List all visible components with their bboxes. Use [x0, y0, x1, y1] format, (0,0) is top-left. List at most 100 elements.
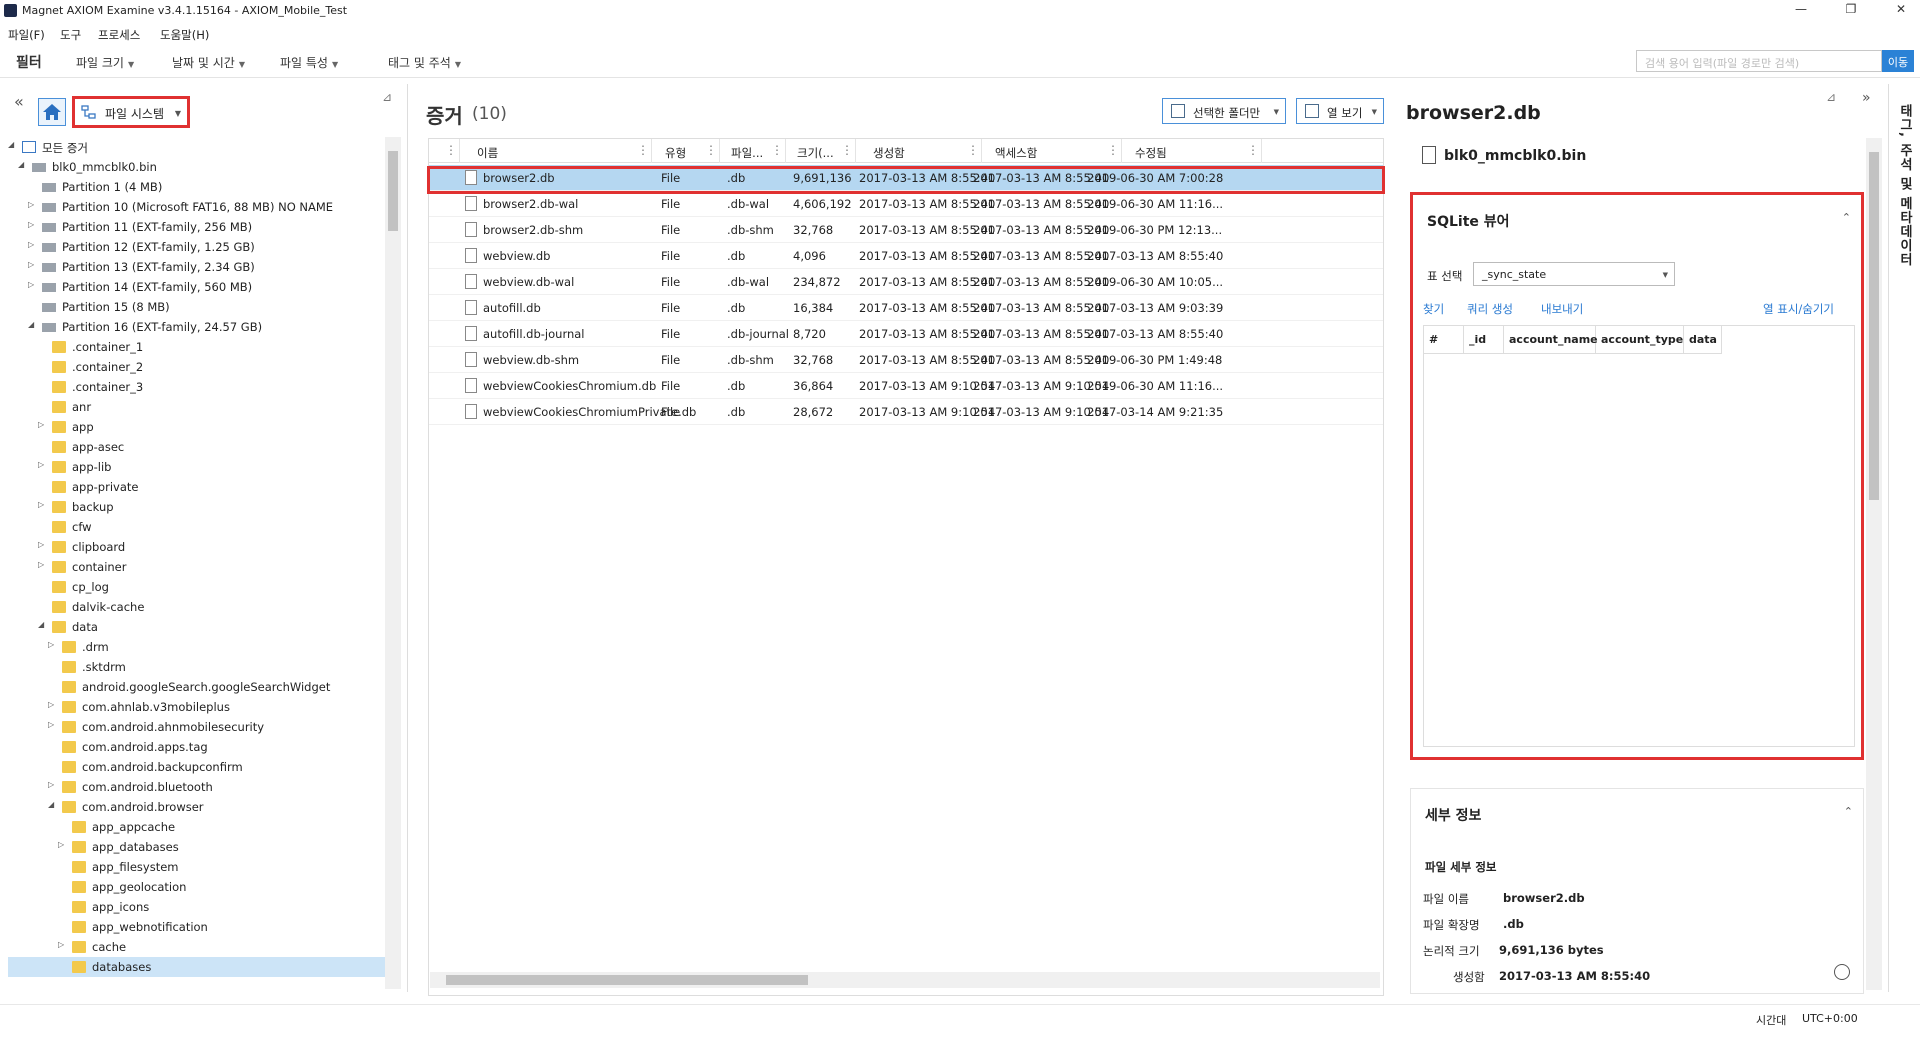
expand-icon[interactable]: ▷: [38, 540, 48, 549]
filter-file-attributes[interactable]: 파일 특성 ▼: [280, 54, 338, 71]
expand-icon[interactable]: ▷: [28, 240, 38, 249]
sqlite-column-header[interactable]: account_name: [1504, 326, 1598, 354]
table-row[interactable]: webview.db-shm File .db-shm 32,768 2017-03-1…: [429, 347, 1383, 373]
column-header-accessed[interactable]: 액세스함: [995, 145, 1037, 161]
filter-tags-comments[interactable]: 태그 및 주석 ▼: [388, 54, 461, 71]
column-menu-icon[interactable]: ⋮: [1107, 143, 1119, 157]
tree-item[interactable]: ▷ cache: [8, 937, 386, 957]
tree-item[interactable]: ◢ blk0_mmcblk0.bin: [8, 157, 386, 177]
tree-item[interactable]: cfw: [8, 517, 386, 537]
filter-date-time[interactable]: 날짜 및 시간 ▼: [172, 54, 245, 71]
column-menu-icon[interactable]: ⋮: [841, 143, 853, 157]
collapse-left-icon[interactable]: «: [14, 92, 24, 111]
expand-icon[interactable]: ▷: [38, 560, 48, 569]
tree-item[interactable]: ▷ app-lib: [8, 457, 386, 477]
column-header-size[interactable]: 크기(...: [797, 145, 834, 161]
search-input[interactable]: 검색 용어 입력(파일 경로만 검색): [1636, 50, 1882, 72]
menu-file[interactable]: 파일(F): [8, 27, 45, 43]
export-link[interactable]: 내보내기: [1541, 301, 1583, 317]
tree-item[interactable]: dalvik-cache: [8, 597, 386, 617]
row-menu-icon[interactable]: ⋮: [445, 143, 457, 157]
tree-item[interactable]: ▷ app_databases: [8, 837, 386, 857]
file-system-dropdown[interactable]: 파일 시스템 ▼: [72, 96, 190, 128]
column-header-name[interactable]: 이름: [477, 145, 498, 161]
expand-icon[interactable]: ▷: [48, 640, 58, 649]
tree-item[interactable]: android.googleSearch.googleSearchWidget: [8, 677, 386, 697]
sqlite-column-header[interactable]: _id: [1464, 326, 1504, 354]
search-go-button[interactable]: 이동: [1882, 50, 1914, 72]
collapse-icon[interactable]: ◢: [28, 320, 38, 329]
tree-item[interactable]: app_webnotification: [8, 917, 386, 937]
expand-icon[interactable]: ▷: [28, 200, 38, 209]
pin-icon[interactable]: ⊿: [382, 90, 392, 104]
collapse-icon[interactable]: ◢: [18, 160, 28, 169]
tree-item[interactable]: ▷ Partition 12 (EXT-family, 1.25 GB): [8, 237, 386, 257]
tree-item[interactable]: ◢ 모든 증거: [8, 137, 386, 157]
pin-icon[interactable]: ⊿: [1826, 90, 1836, 104]
close-button[interactable]: ✕: [1886, 2, 1916, 20]
table-row[interactable]: webviewCookiesChromiumPrivate.db File .db 2…: [429, 399, 1383, 425]
tree-item[interactable]: ▷ Partition 14 (EXT-family, 560 MB): [8, 277, 386, 297]
column-header-type[interactable]: 유형: [665, 145, 686, 161]
clock-icon[interactable]: [1834, 964, 1850, 980]
table-row[interactable]: browser2.db File .db 9,691,136 2017-03-13 AM…: [429, 165, 1383, 191]
table-row[interactable]: autofill.db-journal File .db-journal 8,720 2…: [429, 321, 1383, 347]
column-header-modified[interactable]: 수정됨: [1135, 145, 1167, 161]
table-select-dropdown[interactable]: _sync_state ▼: [1473, 262, 1675, 286]
tree-item[interactable]: com.android.apps.tag: [8, 737, 386, 757]
table-row[interactable]: webview.db File .db 4,096 2017-03-13 AM 8:55…: [429, 243, 1383, 269]
tree-item[interactable]: cp_log: [8, 577, 386, 597]
minimize-button[interactable]: —: [1786, 2, 1816, 20]
home-button[interactable]: [38, 98, 66, 126]
show-hide-columns-link[interactable]: 열 표시/숨기기: [1763, 301, 1834, 317]
selected-folder-only-button[interactable]: 선택한 폴더만 ▼: [1162, 98, 1286, 124]
tree-item[interactable]: Partition 1 (4 MB): [8, 177, 386, 197]
collapse-icon[interactable]: ◢: [8, 140, 18, 149]
find-link[interactable]: 찾기: [1423, 301, 1444, 317]
tree-item[interactable]: ▷ clipboard: [8, 537, 386, 557]
tree-item[interactable]: com.android.backupconfirm: [8, 757, 386, 777]
tree-item[interactable]: ▷ backup: [8, 497, 386, 517]
sqlite-column-header[interactable]: account_type: [1596, 326, 1684, 354]
scrollbar-thumb[interactable]: [446, 975, 808, 985]
collapse-up-icon[interactable]: ⌃: [1842, 211, 1851, 224]
tree-item[interactable]: .container_3: [8, 377, 386, 397]
tree-item[interactable]: app_filesystem: [8, 857, 386, 877]
tree-item[interactable]: ▷ Partition 11 (EXT-family, 256 MB): [8, 217, 386, 237]
column-header-created[interactable]: 생성함: [873, 145, 905, 161]
column-menu-icon[interactable]: ⋮: [967, 143, 979, 157]
column-menu-icon[interactable]: ⋮: [1247, 143, 1259, 157]
table-row[interactable]: browser2.db-wal File .db-wal 4,606,192 2017-…: [429, 191, 1383, 217]
expand-icon[interactable]: ▷: [58, 840, 68, 849]
tree-item[interactable]: app-private: [8, 477, 386, 497]
column-header-extension[interactable]: 파일...: [731, 145, 763, 161]
tags-comments-metadata-tab[interactable]: 태그, 주석 및 메타데이터: [1894, 104, 1914, 267]
menu-help[interactable]: 도움말(H): [160, 27, 209, 43]
collapse-icon[interactable]: ◢: [38, 620, 48, 629]
tree-item[interactable]: databases: [8, 957, 386, 977]
query-builder-link[interactable]: 쿼리 생성: [1467, 301, 1513, 317]
table-row[interactable]: webview.db-wal File .db-wal 234,872 2017-03-…: [429, 269, 1383, 295]
filter-file-size[interactable]: 파일 크기 ▼: [76, 54, 134, 71]
tree-item[interactable]: ▷ Partition 13 (EXT-family, 2.34 GB): [8, 257, 386, 277]
expand-icon[interactable]: ▷: [48, 720, 58, 729]
collapse-right-icon[interactable]: »: [1862, 90, 1871, 106]
tree-item[interactable]: ▷ Partition 10 (Microsoft FAT16, 88 MB) N…: [8, 197, 386, 217]
table-row[interactable]: autofill.db File .db 16,384 2017-03-13 AM 8:…: [429, 295, 1383, 321]
tree-item[interactable]: ◢ data: [8, 617, 386, 637]
scrollbar-thumb[interactable]: [1869, 152, 1879, 500]
column-view-button[interactable]: 열 보기 ▼: [1296, 98, 1384, 124]
expand-icon[interactable]: ▷: [28, 280, 38, 289]
tree-item[interactable]: app_icons: [8, 897, 386, 917]
table-row[interactable]: webviewCookiesChromium.db File .db 36,864 20…: [429, 373, 1383, 399]
scrollbar-thumb[interactable]: [388, 151, 398, 231]
tree-item[interactable]: ▷ container: [8, 557, 386, 577]
sqlite-column-header[interactable]: data: [1684, 326, 1722, 354]
tree-item[interactable]: anr: [8, 397, 386, 417]
tree-item[interactable]: ▷ com.android.bluetooth: [8, 777, 386, 797]
expand-icon[interactable]: ▷: [38, 500, 48, 509]
tree-item[interactable]: ◢ Partition 16 (EXT-family, 24.57 GB): [8, 317, 386, 337]
detail-scrollbar[interactable]: [1866, 138, 1882, 990]
menu-tools[interactable]: 도구: [60, 27, 81, 43]
tree-item[interactable]: app_appcache: [8, 817, 386, 837]
